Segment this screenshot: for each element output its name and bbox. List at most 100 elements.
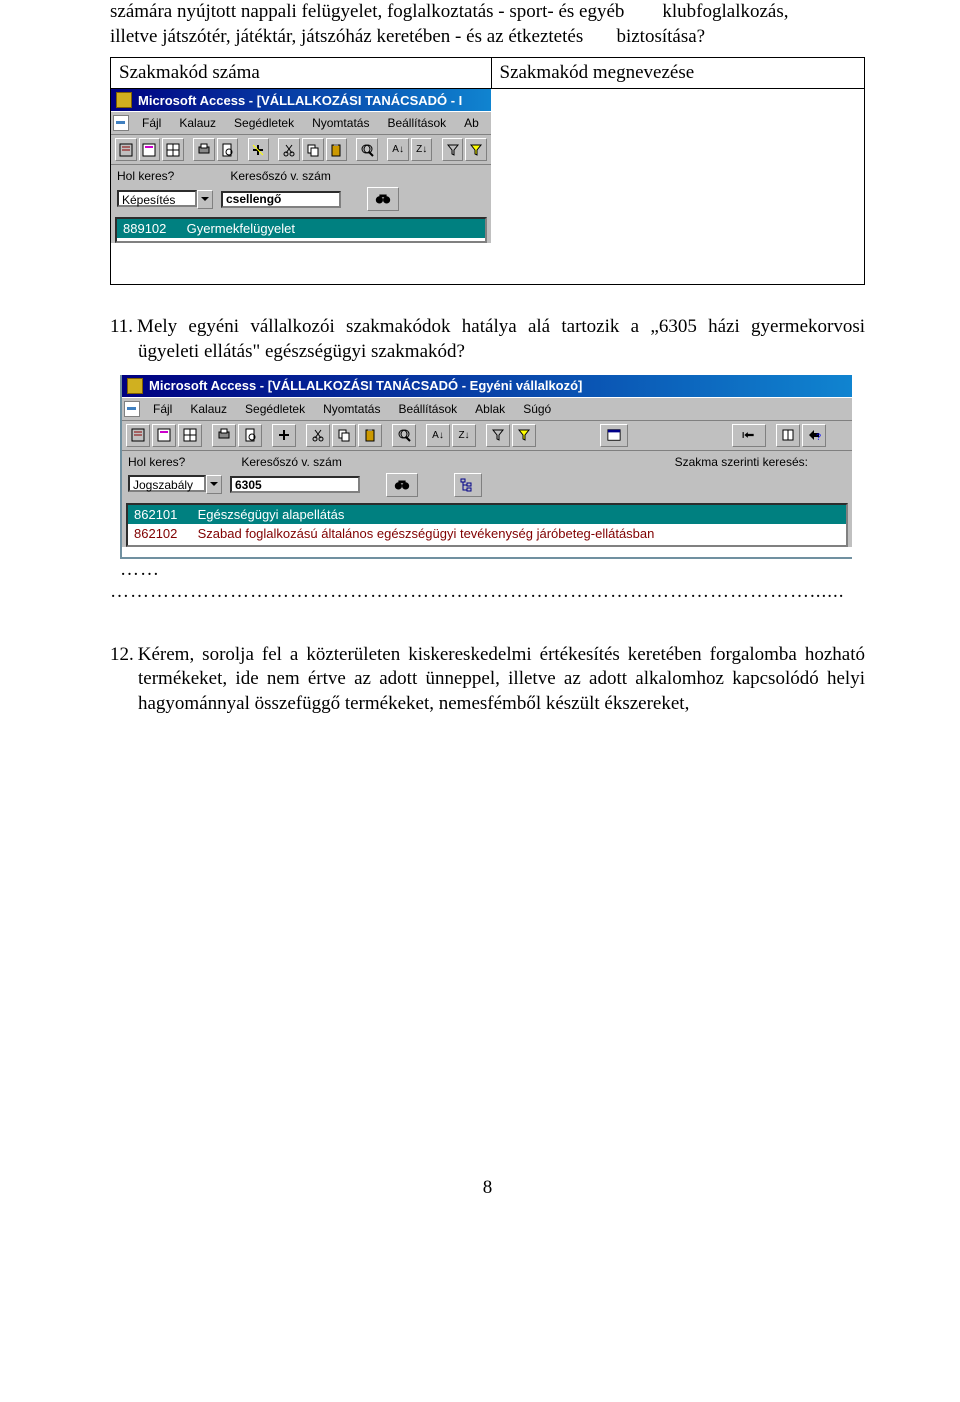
hol-combo[interactable]: Képesítés <box>117 190 213 209</box>
menu-item[interactable]: Segédletek <box>236 400 314 418</box>
q12-num: 12. <box>110 644 138 665</box>
keresoszo-input-2[interactable] <box>230 476 360 493</box>
result-area-1: 889102 Gyermekfelügyelet <box>115 217 487 243</box>
tb-new-icon[interactable] <box>272 424 296 447</box>
result-row[interactable]: 862102 Szabad foglalkozású általános egé… <box>128 524 846 543</box>
chevron-down-icon[interactable] <box>197 190 213 209</box>
menubar-1[interactable]: Fájl Kalauz Segédletek Nyomtatás Beállít… <box>111 111 491 135</box>
keresoszo-input[interactable] <box>221 191 341 208</box>
titlebar-1[interactable]: Microsoft Access - [VÁLLALKOZÁSI TANÁCSA… <box>111 89 491 111</box>
hol-combo-2[interactable]: Jogszabály <box>128 475 222 494</box>
result-code: 862102 <box>134 526 194 541</box>
menu-item[interactable]: Nyomtatás <box>303 114 378 132</box>
tb-sort-desc-icon[interactable]: Z↓ <box>452 424 476 447</box>
intro-para: számára nyújtott nappali felügyelet, fog… <box>110 0 865 49</box>
screenshot-1: Microsoft Access - [VÁLLALKOZÁSI TANÁCSA… <box>111 89 491 243</box>
menu-item[interactable]: Ab <box>455 114 488 132</box>
menu-item[interactable]: Fájl <box>133 114 170 132</box>
tb-book-icon[interactable] <box>776 424 800 447</box>
search-row-2b: Jogszabály <box>122 473 852 501</box>
chevron-down-icon[interactable] <box>206 475 222 494</box>
menu-item[interactable]: Kalauz <box>181 400 236 418</box>
menubar-2[interactable]: Fájl Kalauz Segédletek Nyomtatás Beállít… <box>122 397 852 421</box>
tb-table-icon[interactable] <box>162 138 184 161</box>
tb-nav-icon[interactable] <box>732 424 766 447</box>
result-row-selected[interactable]: 889102 Gyermekfelügyelet <box>117 219 485 238</box>
tb-find-icon[interactable] <box>356 138 378 161</box>
tb-help-icon[interactable]: ? <box>802 424 826 447</box>
tb-form-icon[interactable] <box>152 424 176 447</box>
question-11: 11.Mely egyéni vállalkozói szakmakódok h… <box>110 315 865 364</box>
menu-item[interactable]: Beállítások <box>378 114 455 132</box>
intro-l2a: illetve játszótér, játéktár, játszóház k… <box>110 26 583 47</box>
tb-sort-asc-icon[interactable]: A↓ <box>426 424 450 447</box>
tb-paste-icon[interactable] <box>358 424 382 447</box>
tb-print-icon[interactable] <box>193 138 215 161</box>
hol-value[interactable]: Képesítés <box>117 190 197 207</box>
app-icon <box>124 401 140 417</box>
q11-text: Mely egyéni vállalkozói szakmakódok hatá… <box>137 316 865 362</box>
intro-l1b: klubfoglalkozás, <box>662 1 788 22</box>
tb-print-icon[interactable] <box>212 424 236 447</box>
tree-button[interactable] <box>454 473 482 497</box>
tb-new-icon[interactable] <box>248 138 270 161</box>
binocular-search-button[interactable] <box>386 473 418 497</box>
toolbar-1: A↓ Z↓ <box>111 135 491 165</box>
tb-filter2-icon[interactable] <box>512 424 536 447</box>
table-header-1: Szakmakód száma <box>111 58 492 89</box>
tb-preview-icon[interactable] <box>238 424 262 447</box>
dots-short: …… <box>120 559 865 581</box>
binocular-search-button[interactable] <box>367 187 399 211</box>
key-icon <box>116 92 132 108</box>
table-header-2: Szakmakód megnevezése <box>491 58 865 89</box>
hol-label-2: Hol keres? <box>128 455 185 469</box>
hol-label: Hol keres? <box>117 169 174 183</box>
q11-num: 11. <box>110 316 137 337</box>
app-icon <box>113 115 129 131</box>
dots-long: …………………………………………………………………………………………….....… <box>110 581 865 603</box>
ker-label-2: Keresőszó v. szám <box>241 455 341 469</box>
tb-paste-icon[interactable] <box>326 138 348 161</box>
tb-table-icon[interactable] <box>178 424 202 447</box>
result-row-selected[interactable]: 862101 Egészségügyi alapellátás <box>128 505 846 524</box>
tb-window-icon[interactable] <box>600 424 628 447</box>
tb-copy-icon[interactable] <box>302 138 324 161</box>
tb-cut-icon[interactable] <box>278 138 300 161</box>
menu-item[interactable]: Beállítások <box>389 400 466 418</box>
menu-item[interactable]: Ablak <box>466 400 514 418</box>
menu-item[interactable]: Nyomtatás <box>314 400 389 418</box>
hol-value-2[interactable]: Jogszabály <box>128 475 206 492</box>
tb-design-icon[interactable] <box>115 138 137 161</box>
tb-preview-icon[interactable] <box>217 138 239 161</box>
menu-item[interactable]: Fájl <box>144 400 181 418</box>
result-code: 862101 <box>134 507 194 522</box>
menu-item[interactable]: Segédletek <box>225 114 303 132</box>
title-2: Microsoft Access - [VÁLLALKOZÁSI TANÁCSA… <box>149 378 582 393</box>
titlebar-2[interactable]: Microsoft Access - [VÁLLALKOZÁSI TANÁCSA… <box>122 375 852 397</box>
tb-cut-icon[interactable] <box>306 424 330 447</box>
szakma-label: Szakma szerinti keresés: <box>675 455 808 469</box>
tb-copy-icon[interactable] <box>332 424 356 447</box>
page-number: 8 <box>110 1177 865 1199</box>
tb-sort-desc-icon[interactable]: Z↓ <box>411 138 433 161</box>
result-text: Gyermekfelügyelet <box>187 221 295 236</box>
title-1: Microsoft Access - [VÁLLALKOZÁSI TANÁCSA… <box>138 93 462 108</box>
key-icon <box>127 378 143 394</box>
menu-item[interactable]: Súgó <box>514 400 560 418</box>
toolbar-2: A↓ Z↓ ? <box>122 421 852 451</box>
menu-item[interactable]: Kalauz <box>170 114 225 132</box>
question-12: 12.Kérem, sorolja fel a közterületen kis… <box>110 643 865 717</box>
intro-l2b: biztosítása? <box>616 26 705 47</box>
tb-form-icon[interactable] <box>139 138 161 161</box>
result-text: Szabad foglalkozású általános egészségüg… <box>198 526 655 541</box>
tb-filter-icon[interactable] <box>442 138 464 161</box>
tb-find-icon[interactable] <box>392 424 416 447</box>
q12-text: Kérem, sorolja fel a közterületen kisker… <box>138 644 865 714</box>
tb-filter2-icon[interactable] <box>465 138 487 161</box>
screenshot-2: Microsoft Access - [VÁLLALKOZÁSI TANÁCSA… <box>122 375 852 547</box>
ker-label: Keresőszó v. szám <box>230 169 330 183</box>
tb-sort-asc-icon[interactable]: A↓ <box>387 138 409 161</box>
tb-design-icon[interactable] <box>126 424 150 447</box>
tb-filter-icon[interactable] <box>486 424 510 447</box>
search-row-1b: Képesítés <box>111 187 491 215</box>
